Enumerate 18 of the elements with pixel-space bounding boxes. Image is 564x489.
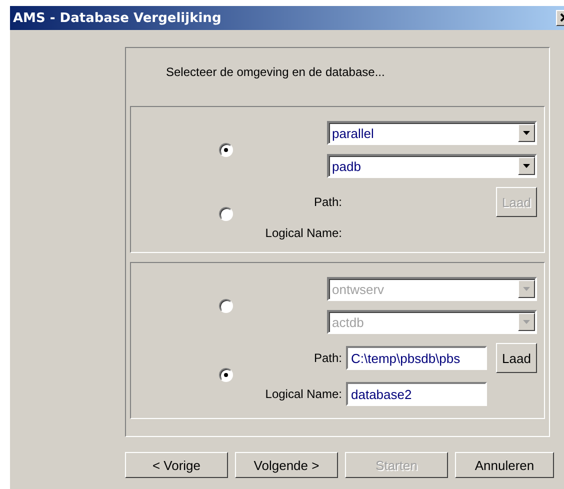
window-title: AMS - Database Vergelijking xyxy=(12,10,222,26)
dropdown[interactable]: parallel xyxy=(327,121,537,145)
radio-button[interactable] xyxy=(219,298,233,312)
instruction-text: Selecteer de omgeving en de database... xyxy=(166,65,385,79)
radio-button[interactable] xyxy=(219,206,233,220)
logical-name-label: Logical Name: xyxy=(265,226,343,240)
load-button[interactable]: Laad xyxy=(496,343,537,373)
path-label: Path: xyxy=(314,351,343,365)
wizard-button[interactable]: < Vorige xyxy=(125,452,228,478)
wizard-button[interactable]: Annuleren xyxy=(455,452,554,478)
logical-name-field[interactable]: database2 xyxy=(346,382,487,406)
radio-button[interactable] xyxy=(219,368,233,382)
path-field[interactable]: C:\temp\pbsdb\pbs xyxy=(346,346,487,370)
radio-button[interactable] xyxy=(219,142,233,156)
path-label: Path: xyxy=(314,195,343,209)
logical-name-label: Logical Name: xyxy=(265,387,343,401)
wizard-button[interactable]: Volgende > xyxy=(235,452,338,478)
dropdown[interactable]: padb xyxy=(327,154,537,178)
